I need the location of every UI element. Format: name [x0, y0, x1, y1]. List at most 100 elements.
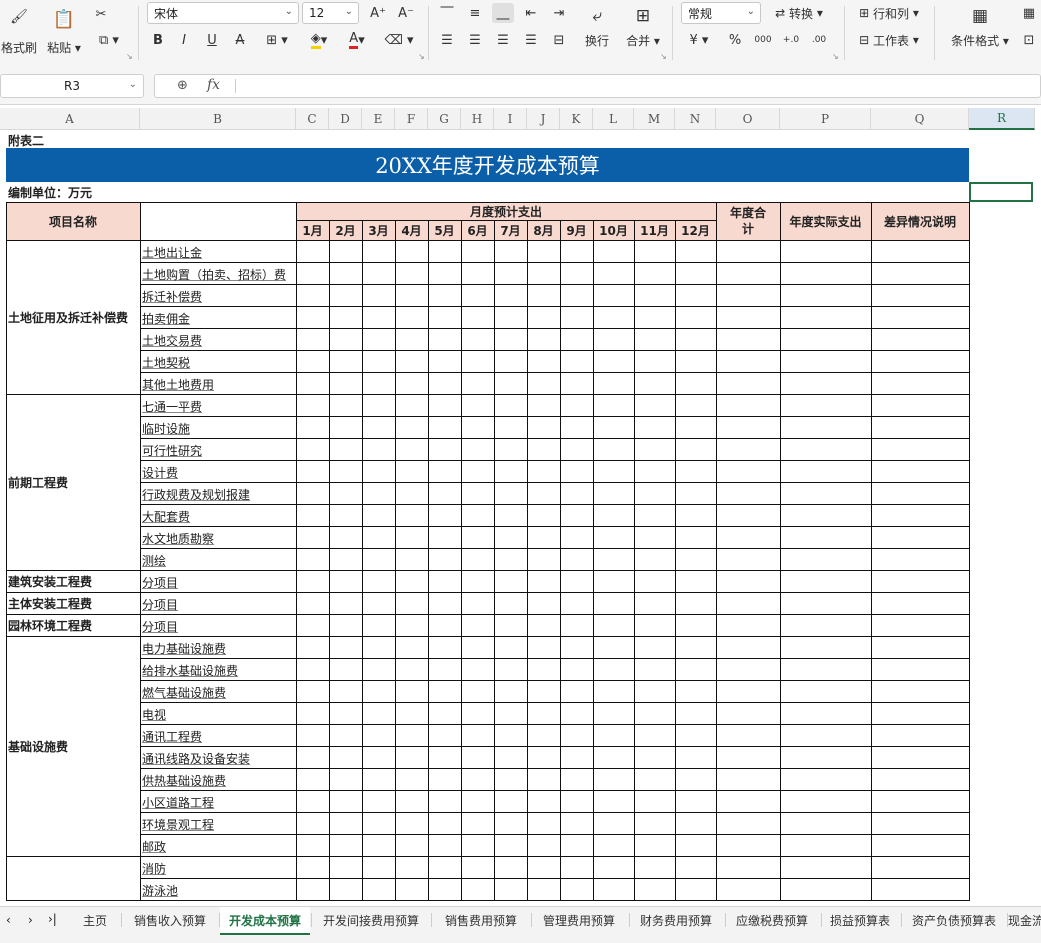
distributed-icon[interactable]: ⊟ [548, 30, 570, 50]
sheet-tab[interactable]: 开发间接费用预算 [312, 907, 430, 933]
wrap-text-button[interactable]: ⤶ 换行 [578, 2, 616, 52]
table-style-icon[interactable]: ▦ [1018, 3, 1040, 23]
column-header-q[interactable]: Q [871, 108, 969, 130]
italic-button[interactable]: I [173, 30, 195, 50]
sheet-tab[interactable]: 管理费用预算 [530, 907, 628, 933]
header-month: 11月 [634, 220, 675, 240]
scroll-right-icon[interactable]: › [28, 913, 33, 927]
grid-line [461, 220, 462, 240]
bold-button[interactable]: B [147, 30, 169, 50]
underline-button[interactable]: U [201, 30, 223, 50]
sheet-tab[interactable]: 销售费用预算 [432, 907, 530, 933]
name-box[interactable]: R3 ⌄ [0, 74, 144, 98]
column-header-l[interactable]: L [593, 108, 634, 130]
grid-line [6, 202, 970, 203]
borders-icon[interactable]: ⊞ ▾ [260, 30, 294, 50]
column-header-i[interactable]: I [494, 108, 527, 130]
column-header-g[interactable]: G [428, 108, 461, 130]
align-bottom-icon[interactable]: ⎽ [492, 3, 514, 23]
column-header-e[interactable]: E [362, 108, 395, 130]
sheet-tab[interactable]: 财务费用预算 [628, 907, 724, 933]
font-size-select[interactable]: 12 ⌄ [302, 2, 359, 24]
worksheet-button[interactable]: ⊟ 工作表 ▾ [852, 31, 926, 49]
eraser-icon[interactable]: ⌫ ▾ [382, 30, 416, 50]
sheet-tab[interactable]: 主页 [70, 907, 120, 933]
decrease-font-icon[interactable]: A⁻ [395, 3, 417, 23]
clipboard-launcher-icon[interactable]: ↘ [126, 52, 133, 61]
row-item-label: 七通一平费 [142, 400, 203, 414]
more-icon[interactable]: ⊡ [1018, 30, 1040, 50]
column-header-p[interactable]: P [780, 108, 871, 130]
scroll-last-icon[interactable]: ›| [48, 912, 57, 926]
row-item-label: 行政规费及规划报建 [142, 488, 251, 502]
decrease-decimal-button[interactable]: .00 [808, 30, 830, 50]
spreadsheet-grid[interactable]: 附表二 20XX年度开发成本预算 编制单位：万元 项目名称 月度预计支出 1月 2月 3月 4月… [0, 130, 1041, 906]
column-header-f[interactable]: F [395, 108, 428, 130]
column-header-n[interactable]: N [675, 108, 716, 130]
selected-cell[interactable] [969, 182, 1033, 202]
alignment-launcher-icon[interactable]: ↘ [660, 52, 667, 61]
column-header-o[interactable]: O [716, 108, 780, 130]
paste-button[interactable]: 📋 粘贴 ▾ [44, 2, 84, 62]
grid-line [140, 482, 970, 483]
increase-indent-icon[interactable]: ⇥ [548, 3, 570, 23]
header-month: 3月 [362, 220, 395, 240]
conditional-format-button[interactable]: ▦ 条件格式 ▾ [944, 2, 1016, 52]
grid-line [140, 240, 141, 900]
fill-color-icon[interactable]: ◈ ▾ [302, 30, 336, 50]
format-painter-button[interactable]: 🖌 格式刷 [0, 2, 38, 62]
sheet-tab[interactable]: 开发成本预算 [220, 907, 310, 935]
thousands-separator-button[interactable]: 000 [752, 30, 774, 50]
convert-button[interactable]: ⇄ 转换 ▾ [766, 4, 832, 22]
currency-icon[interactable]: ¥ ▾ [684, 30, 714, 50]
column-header-m[interactable]: M [634, 108, 675, 130]
strikethrough-button[interactable]: A [229, 30, 251, 50]
number-format-select[interactable]: 常规 ⌄ [681, 2, 761, 24]
zoom-icon[interactable]: ⊕ [177, 78, 188, 93]
column-header-a[interactable]: A [0, 108, 140, 130]
grid-line [140, 262, 970, 263]
grid-line [140, 284, 970, 285]
column-header-j[interactable]: J [527, 108, 560, 130]
column-header-r[interactable]: R [969, 108, 1035, 130]
column-header-k[interactable]: K [560, 108, 593, 130]
number-launcher-icon[interactable]: ↘ [832, 52, 839, 61]
align-middle-icon[interactable]: ≡ [464, 3, 486, 23]
increase-decimal-button[interactable]: +.0 [780, 30, 802, 50]
header-month: 5月 [428, 220, 461, 240]
cut-icon[interactable]: ✂ [90, 4, 112, 24]
row-item-label: 供热基础设施费 [142, 774, 227, 788]
percent-button[interactable]: % [724, 30, 746, 50]
font-launcher-icon[interactable]: ↘ [418, 52, 425, 61]
font-color-icon[interactable]: A ▾ [340, 30, 374, 50]
copy-icon[interactable]: ⧉ ▾ [92, 30, 126, 50]
column-header-c[interactable]: C [296, 108, 329, 130]
rows-cols-button[interactable]: ⊞ 行和列 ▾ [852, 4, 926, 22]
function-icon[interactable]: fx [207, 77, 220, 93]
sheet-tab[interactable]: 销售收入预算 [122, 907, 218, 933]
grid-line [329, 240, 330, 900]
align-center-icon[interactable]: ☰ [464, 30, 486, 50]
align-left-icon[interactable]: ☰ [436, 30, 458, 50]
font-name-select[interactable]: 宋体 ⌄ [147, 2, 299, 24]
row-item-label: 土地购置（拍卖、招标）费 [142, 268, 287, 282]
row-item-label: 拆迁补偿费 [142, 290, 203, 304]
formula-input[interactable]: ⊕ fx [154, 74, 1041, 98]
column-header-b[interactable]: B [140, 108, 296, 130]
column-header-d[interactable]: D [329, 108, 362, 130]
sheet-tab[interactable]: 应缴税费预算 [724, 907, 820, 933]
scroll-left-icon[interactable]: ‹ [6, 913, 11, 927]
sheet-tab[interactable]: 资产负债预算表 [902, 907, 1006, 933]
header-blank [140, 202, 296, 240]
align-right-icon[interactable]: ☰ [492, 30, 514, 50]
sheet-title: 20XX年度开发成本预算 [6, 148, 969, 182]
increase-font-icon[interactable]: A⁺ [367, 3, 389, 23]
sheet-tab[interactable]: 现金流 [1006, 907, 1041, 933]
sheet-tab[interactable]: 损益预算表 [820, 907, 900, 933]
column-header-h[interactable]: H [461, 108, 494, 130]
decrease-indent-icon[interactable]: ⇤ [520, 3, 542, 23]
merge-button[interactable]: ⊞ 合并 ▾ [620, 2, 666, 52]
align-top-icon[interactable]: ⎺ [436, 3, 458, 23]
wrap-text-icon: ⤶ [592, 5, 602, 26]
justify-icon[interactable]: ☰ [520, 30, 542, 50]
